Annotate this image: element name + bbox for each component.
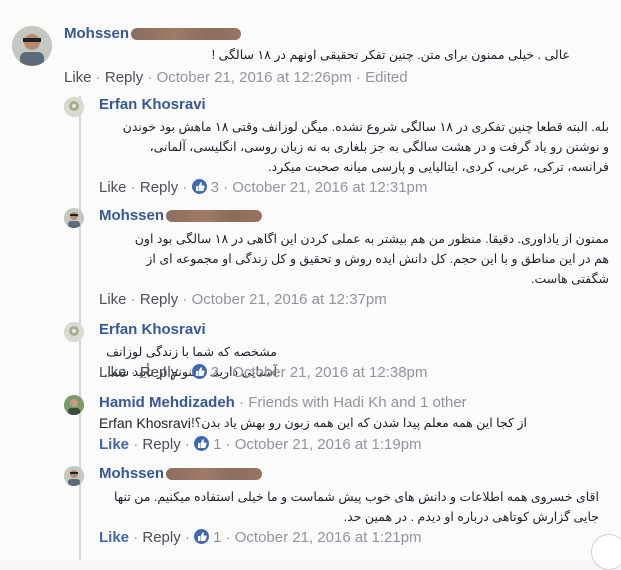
like-link[interactable]: Like — [99, 436, 129, 453]
comment-text: اقای خسروی همه اطلاعات و دانش های خوب پی… — [113, 490, 599, 524]
redacted-name — [166, 210, 263, 223]
like-link[interactable]: Like — [99, 364, 127, 381]
like-thumb-icon[interactable] — [191, 179, 207, 194]
author-name[interactable]: Mohssen — [99, 465, 164, 482]
like-link[interactable]: Like — [64, 69, 92, 86]
author-name[interactable]: Hamid Mehdizadeh — [99, 394, 235, 411]
timestamp[interactable]: October 21, 2016 at 12:38pm — [232, 364, 427, 381]
like-link[interactable]: Like — [99, 179, 127, 196]
comment-author[interactable]: Erfan Khosravi — [99, 321, 206, 338]
mention-link[interactable]: Erfan Khosravi — [99, 413, 191, 433]
comment-text: بله. البته قطعا چنین تفکری در ۱۸ سالگی ش… — [122, 120, 609, 174]
avatar[interactable] — [64, 208, 84, 228]
comment-actions: Like · Reply · October 21, 2016 at 12:37… — [99, 291, 387, 308]
comment-author[interactable]: Erfan Khosravi — [99, 96, 206, 113]
like-count[interactable]: 1 — [213, 436, 221, 453]
author-name[interactable]: Mohssen — [64, 25, 129, 42]
timestamp[interactable]: October 21, 2016 at 1:21pm — [235, 529, 422, 546]
like-thumb-icon[interactable] — [194, 529, 210, 544]
chat-bubble-button[interactable] — [591, 534, 621, 570]
comment-author[interactable]: Mohssen — [99, 207, 263, 224]
avatar[interactable] — [64, 322, 84, 342]
timestamp[interactable]: October 21, 2016 at 12:31pm — [232, 179, 427, 196]
like-link[interactable]: Like — [99, 529, 129, 546]
reply-link[interactable]: Reply — [140, 291, 178, 308]
avatar[interactable] — [12, 26, 52, 66]
comments-panel: Mohssen عالی . خیلی ممنون برای متن. چنین… — [0, 0, 621, 570]
timestamp[interactable]: October 21, 2016 at 12:26pm — [157, 69, 352, 86]
like-count[interactable]: 3 — [211, 179, 219, 196]
reply-link[interactable]: Reply — [140, 179, 178, 196]
like-thumb-icon[interactable] — [194, 436, 210, 451]
like-link[interactable]: Like — [99, 291, 127, 308]
reply-link[interactable]: Reply — [142, 436, 180, 453]
comment-actions: Like · Reply · 1 · October 21, 2016 at 1… — [99, 529, 422, 546]
redacted-name — [131, 28, 242, 41]
comment-text: عالی . خیلی ممنون برای متن. چنین تفکر تح… — [211, 48, 570, 62]
friends-context[interactable]: Friends with Hadi Kh and 1 other — [248, 394, 466, 411]
timestamp[interactable]: October 21, 2016 at 12:37pm — [192, 291, 387, 308]
comment-author[interactable]: Hamid Mehdizadeh · Friends with Hadi Kh … — [99, 394, 467, 411]
comment-actions: Like · Reply · October 21, 2016 at 12:26… — [64, 69, 408, 86]
like-count[interactable]: 1 — [213, 529, 221, 546]
comment-actions: Like · Reply · 1 · October 21, 2016 at 1… — [99, 436, 422, 453]
comment-actions: Like · Reply · 2 · October 21, 2016 at 1… — [99, 364, 428, 381]
timestamp[interactable]: October 21, 2016 at 1:19pm — [235, 436, 422, 453]
avatar[interactable] — [64, 97, 84, 117]
like-count[interactable]: 2 — [211, 364, 219, 381]
reply-link[interactable]: Reply — [142, 529, 180, 546]
redacted-name — [166, 468, 263, 481]
reply-link[interactable]: Reply — [105, 69, 143, 86]
comment-actions: Like · Reply · 3 · October 21, 2016 at 1… — [99, 179, 428, 196]
avatar[interactable] — [64, 395, 84, 415]
comment-author[interactable]: Mohssen — [64, 25, 242, 42]
edited-label[interactable]: Edited — [365, 69, 408, 86]
like-thumb-icon[interactable] — [191, 364, 207, 379]
comment-author[interactable]: Mohssen — [99, 465, 263, 482]
author-name[interactable]: Mohssen — [99, 207, 164, 224]
comment-text: ممنون از یاداوری. دقیقا. منظور من هم بیش… — [134, 232, 609, 286]
avatar[interactable] — [64, 466, 84, 486]
reply-link[interactable]: Reply — [140, 364, 178, 381]
